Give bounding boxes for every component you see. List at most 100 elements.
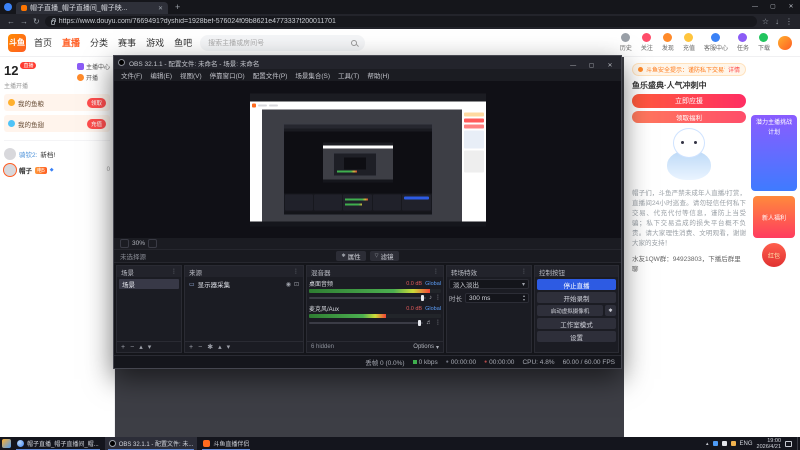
volume-slider-handle[interactable] — [418, 319, 421, 326]
browser-menu-icon[interactable]: ⋮ — [785, 17, 793, 26]
sidebar-promo-1[interactable]: 我的鱼粮 领取 — [4, 94, 110, 111]
add-scene-icon[interactable]: + — [121, 344, 125, 351]
menu-docks[interactable]: 停靠窗口(D) — [206, 70, 249, 80]
menu-help[interactable]: 帮助(H) — [363, 70, 393, 80]
menu-profile[interactable]: 配置文件(P) — [249, 70, 292, 80]
channel-menu-icon[interactable]: ⋮ — [435, 319, 441, 326]
tray-expand-icon[interactable]: ▴ — [706, 441, 709, 447]
address-bar[interactable]: https://www.douyu.com/7669491?dyshid=192… — [44, 16, 757, 27]
taskbar-app-browser[interactable]: 帽子直播_帽子直播间_帽... — [13, 437, 103, 450]
scene-up-icon[interactable]: ▴ — [139, 343, 143, 351]
obs-preview-area[interactable] — [114, 81, 621, 238]
browser-tab[interactable]: 帽子直播_帽子直播间_帽子映... ✕ — [16, 2, 168, 14]
taskbar-app-douyu-companion[interactable]: 斗鱼直播伴侣 — [199, 437, 253, 450]
dock-menu-icon[interactable]: ⋮ — [521, 268, 527, 275]
virtual-camera-config-icon[interactable]: ✱ — [605, 305, 616, 316]
volume-slider-handle[interactable] — [421, 294, 424, 301]
stop-streaming-button[interactable]: 停止直播 — [537, 279, 616, 290]
speaker-icon[interactable]: ♪ — [429, 295, 432, 301]
user-avatar[interactable] — [778, 35, 792, 50]
go-live-button[interactable]: 开播 — [76, 73, 110, 82]
zoom-out-icon[interactable] — [120, 239, 129, 248]
source-up-icon[interactable]: ▴ — [218, 343, 222, 351]
properties-button[interactable]: ✱ 属性 — [336, 251, 366, 261]
studio-mode-button[interactable]: 工作室模式 — [537, 318, 616, 329]
quick-support[interactable]: 客服中心 — [704, 33, 728, 52]
scene-down-icon[interactable]: ▾ — [148, 343, 152, 351]
obs-close-button[interactable]: ✕ — [603, 62, 617, 69]
quick-recharge[interactable]: 充值 — [683, 33, 695, 52]
forward-icon[interactable]: → — [20, 14, 28, 29]
settings-button[interactable]: 设置 — [537, 331, 616, 342]
menu-edit[interactable]: 编辑(E) — [146, 70, 176, 80]
anchor-center-button[interactable]: 主播中心 — [76, 62, 110, 71]
scene-item[interactable]: 场景 — [119, 279, 179, 289]
menu-file[interactable]: 文件(F) — [117, 70, 146, 80]
dock-menu-icon[interactable]: ⋮ — [433, 268, 439, 275]
follow-item[interactable]: 骑钦2: 新档! — [4, 146, 110, 162]
menu-scene-collection[interactable]: 场景集合(S) — [291, 70, 334, 80]
input-language-indicator[interactable]: ENG — [740, 441, 753, 447]
nav-item-esports[interactable]: 赛事 — [118, 36, 136, 49]
nav-item-games[interactable]: 游戏 — [146, 36, 164, 49]
download-icon[interactable]: ↓ — [775, 17, 779, 26]
notification-center-icon[interactable] — [785, 440, 792, 447]
promo-2-button[interactable]: 充值 — [86, 118, 106, 129]
promo-card-newbie[interactable]: 新人福利 — [753, 196, 795, 238]
back-icon[interactable]: ← — [7, 14, 15, 29]
taskbar-clock[interactable]: 19:00 2026/4/21 — [757, 438, 781, 450]
dock-menu-icon[interactable]: ⋮ — [293, 268, 299, 275]
menu-tools[interactable]: 工具(T) — [334, 70, 363, 80]
channel-menu-icon[interactable]: ⋮ — [435, 294, 441, 301]
promo-card-challenge[interactable]: 潜力主播挑战计划 — [751, 115, 797, 191]
filters-button[interactable]: ▽ 滤镜 — [369, 251, 399, 261]
source-down-icon[interactable]: ▾ — [227, 343, 231, 351]
bookmark-star-icon[interactable]: ☆ — [762, 17, 769, 26]
douyu-logo[interactable]: 斗鱼 — [8, 33, 26, 52]
source-item-display-capture[interactable]: ▭ 显示器采集 ◉ ⊡ — [187, 279, 301, 290]
quick-download[interactable]: 下载 — [758, 33, 770, 52]
obs-titlebar[interactable]: OBS 32.1.1 - 配置文件: 未命名 - 场景: 未命名 — ▢ ✕ — [114, 56, 621, 69]
dock-menu-icon[interactable]: ⋮ — [171, 268, 177, 275]
tab-close-icon[interactable]: ✕ — [158, 5, 163, 12]
volume-slider[interactable] — [309, 319, 423, 326]
transition-select[interactable]: 淡入淡出 ▾ — [449, 279, 529, 289]
tray-icon-2[interactable] — [721, 441, 727, 446]
browser-minimize-button[interactable]: — — [746, 0, 764, 14]
remove-scene-icon[interactable]: − — [130, 344, 134, 351]
weather-widget-icon[interactable] — [2, 439, 11, 448]
tray-icon-3[interactable] — [730, 441, 736, 446]
red-packet-icon[interactable]: 红包 — [762, 243, 786, 267]
add-source-icon[interactable]: + — [189, 344, 193, 351]
browser-maximize-button[interactable]: ▢ — [764, 0, 782, 14]
mic-icon[interactable]: ♬ — [426, 320, 432, 326]
visibility-eye-icon[interactable]: ◉ — [286, 281, 291, 288]
search-icon[interactable] — [351, 39, 358, 46]
obs-maximize-button[interactable]: ▢ — [585, 62, 599, 69]
lock-icon[interactable]: ⊡ — [294, 281, 299, 288]
source-properties-icon[interactable]: ✱ — [207, 343, 213, 351]
quick-follow[interactable]: 关注 — [641, 33, 653, 52]
follow-item[interactable]: 帽子 电5 ◆ 0 — [4, 162, 110, 178]
obs-minimize-button[interactable]: — — [566, 63, 580, 69]
sidebar-promo-2[interactable]: 我的鱼翅 充值 — [4, 115, 110, 132]
taskbar-app-obs[interactable]: OBS 32.1.1 - 配置文件: 未... — [104, 437, 198, 450]
nav-item-live[interactable]: 直播 — [62, 36, 80, 49]
nav-item-home[interactable]: 首页 — [34, 36, 52, 49]
new-tab-button[interactable]: + — [175, 0, 180, 14]
volume-slider[interactable] — [309, 294, 426, 301]
safety-notice-banner[interactable]: 斗鱼安全提示：谨防私下交易诈骗 详情 — [632, 63, 746, 76]
primary-cta-button[interactable]: 立即应援 — [632, 94, 746, 108]
quick-history[interactable]: 历史 — [620, 33, 632, 52]
start-recording-button[interactable]: 开始录制 — [537, 292, 616, 303]
secondary-cta-button[interactable]: 领取福利 — [632, 111, 746, 123]
promo-1-button[interactable]: 领取 — [86, 97, 106, 108]
remove-source-icon[interactable]: − — [198, 344, 202, 351]
reload-icon[interactable]: ↻ — [33, 14, 40, 29]
nav-item-categories[interactable]: 分类 — [90, 36, 108, 49]
search-input[interactable]: 搜索主播或房间号 — [200, 34, 366, 51]
tray-icon-1[interactable] — [712, 441, 718, 446]
start-virtual-camera-button[interactable]: 启动虚拟摄像机 — [537, 305, 603, 316]
duration-input[interactable]: 300 ms ▴ ▾ — [465, 293, 529, 303]
menu-view[interactable]: 视图(V) — [176, 70, 206, 80]
